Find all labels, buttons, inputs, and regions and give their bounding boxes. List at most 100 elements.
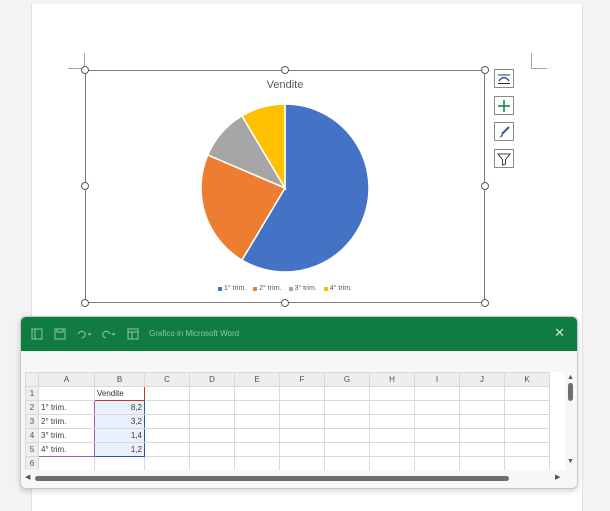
column-header-b[interactable]: B [94,372,145,387]
cell-f6[interactable] [279,456,325,470]
scroll-right-icon[interactable]: ▶ [555,473,560,481]
cell-e2[interactable] [234,400,280,415]
cell-d3[interactable] [189,414,235,429]
scroll-up-icon[interactable]: ▲ [567,374,574,381]
edit-data-in-excel-icon[interactable] [127,328,139,340]
row-header[interactable]: 5 [25,442,39,457]
select-all-corner[interactable] [25,372,39,387]
cell-g2[interactable] [324,400,370,415]
scroll-down-icon[interactable]: ▼ [567,458,574,465]
cell-k4[interactable] [504,428,550,443]
cell-a2[interactable]: 1° trim. [38,400,95,415]
cell-k6[interactable] [504,456,550,470]
cell-a3[interactable]: 2° trim. [38,414,95,429]
cell-e6[interactable] [234,456,280,470]
column-header-a[interactable]: A [38,372,95,387]
cell-e1[interactable] [234,386,280,401]
cell-i4[interactable] [414,428,460,443]
cell-b5[interactable]: 1,2 [94,442,145,457]
cell-j6[interactable] [459,456,505,470]
cell-g4[interactable] [324,428,370,443]
cell-j3[interactable] [459,414,505,429]
cell-b4[interactable]: 1,4 [94,428,145,443]
column-header-j[interactable]: J [459,372,505,387]
vertical-scrollbar[interactable]: ▲ ▼ [565,374,575,469]
resize-handle-top-right[interactable] [481,66,489,74]
cell-h3[interactable] [369,414,415,429]
cell-b2[interactable]: 8,2 [94,400,145,415]
excel-titlebar[interactable]: Grafico in Microsoft Word ✕ [21,317,577,351]
cell-g1[interactable] [324,386,370,401]
chart-filters-button[interactable] [494,149,514,168]
scroll-left-icon[interactable]: ◀ [25,473,30,481]
cell-c3[interactable] [144,414,190,429]
cell-i5[interactable] [414,442,460,457]
cell-e4[interactable] [234,428,280,443]
cell-k3[interactable] [504,414,550,429]
chart-object[interactable]: Vendite 1° trim. 2° trim. 3° trim. 4° trim. [85,70,485,303]
column-header-i[interactable]: I [414,372,460,387]
cell-j2[interactable] [459,400,505,415]
resize-handle-top[interactable] [281,66,289,74]
cell-j5[interactable] [459,442,505,457]
resize-handle-right[interactable] [481,182,489,190]
legend-item[interactable]: 1° trim. [218,285,246,292]
column-header-d[interactable]: D [189,372,235,387]
chart-elements-button[interactable] [494,96,514,115]
row-header[interactable]: 4 [25,428,39,443]
excel-data-window[interactable]: Grafico in Microsoft Word ✕ ABCDEFGHIJK … [20,316,578,489]
cell-h6[interactable] [369,456,415,470]
redo-icon[interactable] [101,328,117,340]
cell-g3[interactable] [324,414,370,429]
cell-j1[interactable] [459,386,505,401]
cell-f4[interactable] [279,428,325,443]
resize-handle-left[interactable] [81,182,89,190]
cell-k5[interactable] [504,442,550,457]
cell-f5[interactable] [279,442,325,457]
cell-d1[interactable] [189,386,235,401]
cell-c4[interactable] [144,428,190,443]
cell-h4[interactable] [369,428,415,443]
spreadsheet-table[interactable]: ABCDEFGHIJK 1 Vendite 2 1° trim. 8,2 3 2° trim… [25,372,550,470]
cell-k1[interactable] [504,386,550,401]
cell-f1[interactable] [279,386,325,401]
legend-item[interactable]: 4° trim. [323,285,352,292]
column-header-h[interactable]: H [369,372,415,387]
column-header-e[interactable]: E [234,372,280,387]
resize-handle-top-left[interactable] [81,66,89,74]
cell-a4[interactable]: 3° trim. [38,428,95,443]
cell-h5[interactable] [369,442,415,457]
cell-e5[interactable] [234,442,280,457]
legend-item[interactable]: 2° trim. [253,285,282,292]
row-header[interactable]: 6 [25,456,39,470]
column-header-f[interactable]: F [279,372,325,387]
cell-h2[interactable] [369,400,415,415]
close-icon[interactable]: ✕ [554,325,565,341]
cell-a6[interactable] [38,456,95,470]
vertical-scroll-thumb[interactable] [568,383,573,401]
cell-f3[interactable] [279,414,325,429]
cell-d6[interactable] [189,456,235,470]
cell-a5[interactable]: 4° trim. [38,442,95,457]
cell-d4[interactable] [189,428,235,443]
column-header-c[interactable]: C [144,372,190,387]
pie-chart[interactable] [86,71,486,304]
column-header-g[interactable]: G [324,372,370,387]
cell-i6[interactable] [414,456,460,470]
cell-j4[interactable] [459,428,505,443]
cell-b3[interactable]: 3,2 [94,414,145,429]
cell-i1[interactable] [414,386,460,401]
resize-handle-bottom-right[interactable] [481,299,489,307]
horizontal-scroll-thumb[interactable] [35,476,509,481]
chart-styles-button[interactable] [494,122,514,141]
cell-e3[interactable] [234,414,280,429]
legend-item[interactable]: 3° trim. [288,285,317,292]
cell-g5[interactable] [324,442,370,457]
layout-options-button[interactable] [494,69,514,88]
row-header[interactable]: 1 [25,386,39,401]
undo-icon[interactable] [75,328,91,340]
cell-b6[interactable] [94,456,145,470]
horizontal-scrollbar[interactable]: ◀ ▶ [25,472,565,484]
cell-c1[interactable] [144,386,190,401]
cell-g6[interactable] [324,456,370,470]
